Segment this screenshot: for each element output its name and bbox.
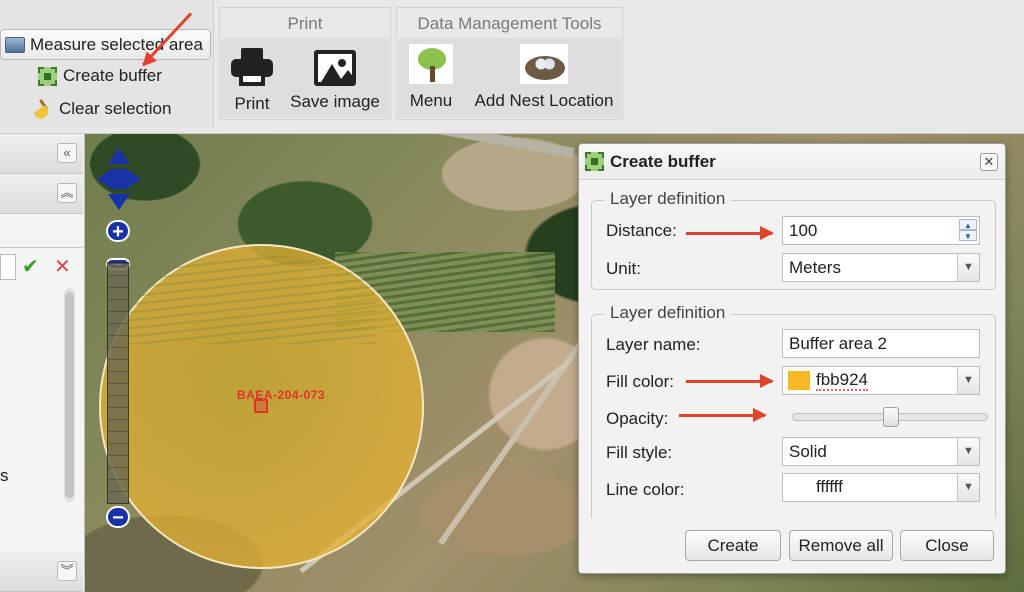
layer-name-input[interactable]: Buffer area 2 — [782, 329, 980, 358]
image-icon — [314, 50, 356, 86]
data-management-group: Data Management Tools Menu Add Nest Loca… — [396, 7, 623, 120]
save-image-label: Save image — [290, 92, 380, 111]
dialog-header[interactable]: Create buffer — [579, 144, 1005, 180]
left-panel: « ︽ ✔ ✕ s ︾ — [0, 134, 85, 592]
left-panel-toolbar — [0, 214, 83, 248]
annotation-arrow-opacity — [679, 408, 767, 422]
remove-all-button[interactable]: Remove all — [789, 530, 893, 561]
opacity-slider-thumb[interactable] — [883, 407, 899, 427]
pan-control[interactable] — [97, 148, 141, 210]
line-color-swatch — [788, 478, 810, 497]
unit-select[interactable]: Meters ▼ — [782, 253, 980, 282]
unit-label: Unit: — [606, 259, 641, 278]
measure-selected-area-button[interactable]: Measure selected area — [0, 29, 211, 60]
panel-text-input[interactable] — [0, 254, 16, 280]
line-color-label: Line color: — [606, 480, 685, 499]
collapse-section-down-button[interactable]: ︾ — [57, 561, 77, 581]
chevron-down-icon[interactable]: ▼ — [957, 367, 979, 394]
feature-label: BAEA-204-073 — [237, 388, 326, 402]
annotation-arrow-fill-color — [686, 374, 774, 388]
panel-list-text: s — [0, 466, 9, 485]
buffer-icon — [38, 66, 57, 86]
clear-selection-button[interactable]: Clear selection — [33, 99, 171, 119]
spin-up-icon: ▲ — [959, 219, 977, 230]
distance-label: Distance: — [606, 221, 677, 240]
panel-scrollbar[interactable] — [64, 288, 75, 502]
printer-icon — [231, 48, 273, 88]
opacity-slider[interactable] — [792, 407, 988, 427]
fill-color-picker[interactable]: fbb924 ▼ — [782, 366, 980, 395]
pan-down-icon[interactable] — [108, 194, 130, 210]
add-nest-label: Add Nest Location — [474, 91, 614, 110]
distance-value: 100 — [789, 221, 818, 240]
print-button[interactable]: Print — [230, 48, 274, 114]
layer-name-value: Buffer area 2 — [789, 334, 887, 353]
zoom-out-button[interactable]: − — [106, 506, 130, 529]
menu-label: Menu — [409, 91, 453, 110]
line-color-value: ffffff — [816, 477, 843, 496]
buffer-texture — [125, 254, 375, 344]
collapse-panel-button[interactable]: « — [57, 143, 77, 163]
measure-label: Measure selected area — [30, 34, 203, 54]
section-2-legend: Layer definition — [604, 303, 732, 323]
opacity-label: Opacity: — [606, 409, 669, 428]
line-color-picker[interactable]: ffffff ▼ — [782, 473, 980, 502]
broom-icon — [33, 99, 53, 119]
fill-color-value: fbb924 — [816, 370, 868, 391]
chevron-down-icon[interactable]: ▼ — [957, 474, 979, 501]
left-panel-subheader: ︽ — [0, 174, 83, 214]
zoom-slider[interactable] — [107, 262, 129, 504]
pan-right-icon[interactable] — [125, 168, 141, 190]
fill-style-label: Fill style: — [606, 443, 673, 462]
chevron-down-icon[interactable]: ▼ — [957, 254, 979, 281]
layer-definition-section-1: Layer definition Distance: 100 ▲ ▼ Unit: … — [591, 189, 996, 290]
create-button[interactable]: Create — [685, 530, 781, 561]
data-management-title: Data Management Tools — [417, 14, 602, 33]
fill-style-select[interactable]: Solid ▼ — [782, 437, 980, 466]
layer-definition-section-2: Layer definition Layer name: Buffer area… — [591, 303, 996, 518]
print-label: Print — [234, 94, 270, 113]
fill-color-label: Fill color: — [606, 372, 675, 391]
save-image-button[interactable]: Save image — [287, 50, 383, 112]
section-1-legend: Layer definition — [604, 189, 732, 209]
spin-down-icon: ▼ — [959, 230, 977, 241]
collapse-section-up-button[interactable]: ︽ — [57, 183, 77, 203]
confirm-check-icon[interactable]: ✔ — [22, 254, 39, 279]
print-group: Print Print Save image — [219, 7, 391, 120]
unit-value: Meters — [789, 258, 841, 277]
distance-input[interactable]: 100 ▲ ▼ — [782, 216, 980, 245]
road — [415, 134, 575, 158]
measure-icon — [5, 36, 25, 53]
layer-name-label: Layer name: — [606, 335, 701, 354]
toolbar: Measure selected area Create buffer Clea… — [0, 0, 1024, 134]
buffer-icon — [585, 152, 604, 171]
annotation-arrow-distance — [686, 226, 774, 240]
add-nest-location-button[interactable]: Add Nest Location — [470, 43, 618, 111]
dialog-close-icon[interactable]: ✕ — [980, 153, 998, 171]
clear-selection-label: Clear selection — [59, 99, 172, 118]
menu-button[interactable]: Menu — [406, 43, 456, 111]
print-group-title: Print — [287, 14, 323, 33]
nest-marker[interactable] — [254, 399, 268, 413]
fill-color-swatch — [788, 371, 810, 390]
create-buffer-dialog: Create buffer ✕ Layer definition Distanc… — [578, 143, 1006, 574]
nest-icon — [519, 43, 569, 85]
create-buffer-button[interactable]: Create buffer — [38, 66, 162, 86]
dialog-title: Create buffer — [610, 151, 716, 171]
cancel-x-icon[interactable]: ✕ — [54, 254, 71, 279]
distance-spinner[interactable]: ▲ ▼ — [959, 219, 977, 242]
tree-icon — [408, 43, 454, 85]
chevron-down-icon[interactable]: ▼ — [957, 438, 979, 465]
fill-style-value: Solid — [789, 442, 827, 461]
pan-up-icon[interactable] — [108, 148, 130, 164]
close-button[interactable]: Close — [900, 530, 994, 561]
zoom-in-button[interactable]: + — [106, 220, 130, 243]
left-panel-footer: ︾ — [0, 552, 83, 592]
left-panel-header: « — [0, 134, 83, 174]
